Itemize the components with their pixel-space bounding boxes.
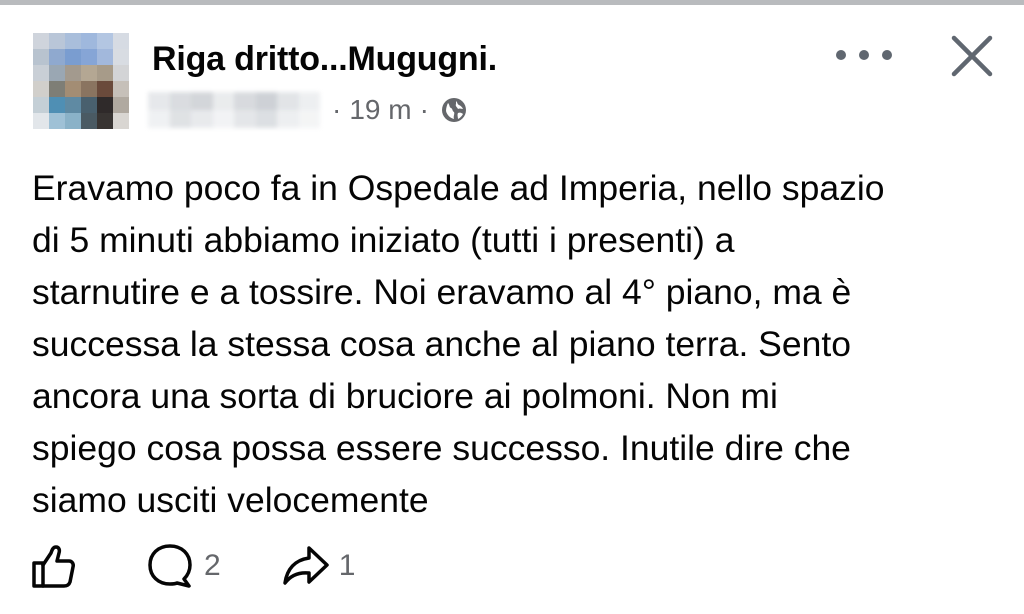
post-action-bar: 2 1 — [30, 540, 355, 592]
more-horizontal-icon[interactable] — [836, 40, 892, 70]
group-name-link[interactable]: Riga dritto...Mugugni. — [152, 40, 497, 79]
share-button[interactable]: 1 — [281, 542, 356, 590]
avatar[interactable] — [33, 33, 129, 129]
author-name-redacted[interactable] — [148, 92, 320, 128]
post-timestamp[interactable]: 19 m — [349, 94, 411, 126]
post-card: Riga dritto...Mugugni. · 19 m · Eravamo … — [0, 0, 1024, 614]
share-count: 1 — [338, 549, 356, 582]
comment-count: 2 — [204, 549, 221, 582]
globe-icon[interactable] — [441, 97, 467, 123]
post-body-text: Eravamo poco fa in Ospedale ad Imperia, … — [32, 168, 885, 520]
top-divider — [0, 0, 1024, 5]
like-button[interactable] — [30, 542, 78, 590]
post-meta: · 19 m · — [324, 94, 467, 126]
meta-separator: · — [419, 94, 429, 125]
close-icon[interactable] — [948, 32, 996, 80]
comment-button[interactable]: 2 — [144, 542, 221, 590]
meta-separator: · — [332, 94, 342, 125]
thumbs-up-icon — [32, 545, 75, 588]
share-arrow-icon — [282, 546, 329, 585]
comment-bubble-icon — [148, 544, 192, 588]
